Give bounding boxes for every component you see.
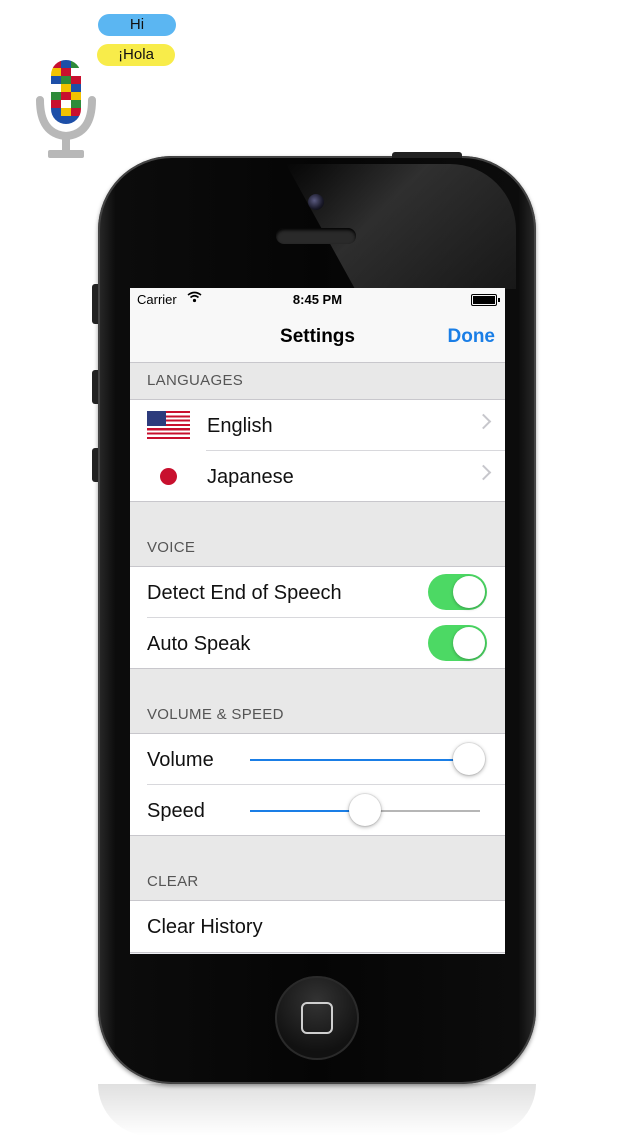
status-time: 8:45 PM <box>292 292 343 307</box>
volume-row: Volume <box>130 734 505 785</box>
slider-fill <box>250 759 469 761</box>
language-row-japanese[interactable]: Japanese <box>130 451 505 502</box>
section-header-label: VOLUME & SPEED <box>147 706 284 723</box>
done-button[interactable]: Done <box>448 326 496 348</box>
setting-label: Speed <box>147 800 205 822</box>
app-logo: Hi ¡Hola <box>30 10 190 160</box>
section-header-label: VOICE <box>147 539 196 556</box>
chevron-right-icon <box>475 413 492 430</box>
home-square-icon <box>301 1002 333 1034</box>
language-label: English <box>207 415 273 437</box>
status-bar: Carrier 8:45 PM <box>130 288 505 310</box>
section-header-languages: LANGUAGES <box>130 363 505 399</box>
voice-row-detect-end: Detect End of Speech <box>130 567 505 618</box>
speed-slider[interactable] <box>250 794 480 826</box>
slider-thumb[interactable] <box>452 743 485 775</box>
volume-slider[interactable] <box>250 743 485 775</box>
flag-microphone-icon <box>36 60 96 158</box>
power-button <box>392 152 462 158</box>
setting-label: Detect End of Speech <box>147 582 342 604</box>
navigation-bar: Settings Done <box>130 310 505 363</box>
slider-thumb[interactable] <box>349 794 381 826</box>
voice-row-auto-speak: Auto Speak <box>130 618 505 669</box>
screen-glare <box>286 164 516 289</box>
clear-history-button[interactable]: Clear History <box>147 916 263 939</box>
language-row-english[interactable]: English <box>130 400 505 451</box>
language-label: Japanese <box>207 466 294 488</box>
volume-down-button <box>92 448 98 482</box>
setting-label: Volume <box>147 749 214 771</box>
section-header-label: LANGUAGES <box>147 372 244 389</box>
section-header-label: CLEAR <box>147 873 199 890</box>
clear-history-row[interactable]: Clear History <box>130 901 505 952</box>
us-flag-icon <box>147 411 190 439</box>
detect-end-of-speech-toggle[interactable] <box>428 574 487 610</box>
chevron-right-icon <box>475 464 492 481</box>
speech-bubble-hi: Hi <box>98 14 176 36</box>
auto-speak-toggle[interactable] <box>428 625 487 661</box>
section-header-clear: CLEAR <box>130 864 505 900</box>
volume-up-button <box>92 370 98 404</box>
phone-reflection <box>98 1084 536 1136</box>
settings-screen: Carrier 8:45 PM Settings Done LANGUAGES … <box>130 288 505 954</box>
setting-label: Auto Speak <box>147 633 251 655</box>
battery-icon <box>471 294 500 306</box>
section-header-volume-speed: VOLUME & SPEED <box>130 697 505 733</box>
earpiece-speaker <box>276 228 356 244</box>
front-camera <box>308 194 324 210</box>
slider-fill <box>250 810 365 812</box>
japan-flag-icon <box>147 462 190 490</box>
mute-switch <box>92 284 98 324</box>
section-header-voice: VOICE <box>130 530 505 566</box>
speed-row: Speed <box>130 785 505 836</box>
home-button[interactable] <box>275 976 359 1060</box>
